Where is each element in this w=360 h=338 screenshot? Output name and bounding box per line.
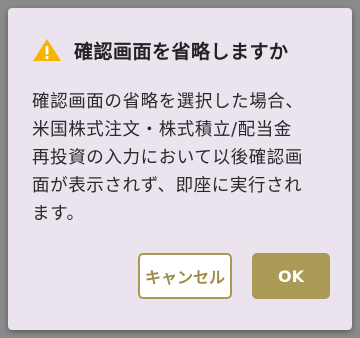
ok-button[interactable]: OK [252, 253, 330, 299]
dialog-message: 確認画面の省略を選択した場合、 米国株式注文・株式積立/配当金 再投資の入力にお… [32, 92, 304, 224]
dialog-title: 確認画面を省略しますか [74, 40, 289, 63]
warning-icon [32, 38, 62, 62]
dialog-header: 確認画面を省略しますか [32, 36, 289, 64]
confirm-dialog: 確認画面を省略しますか 確認画面の省略を選択した場合、 米国株式注文・株式積立/… [8, 8, 352, 330]
cancel-button[interactable]: キャンセル [138, 253, 232, 299]
